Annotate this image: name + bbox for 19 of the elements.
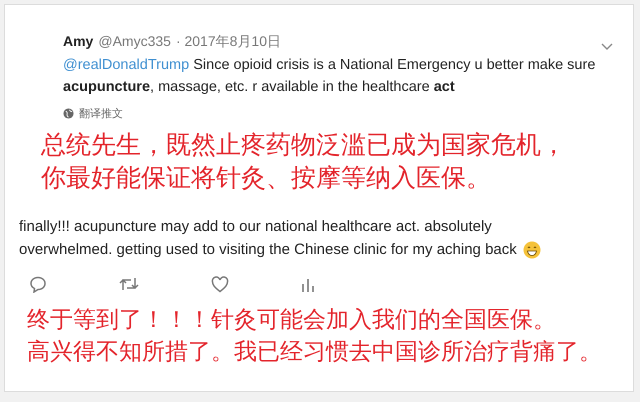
comment-icon[interactable] <box>29 275 47 293</box>
heart-icon[interactable] <box>211 276 229 292</box>
tweet-date: · 2017年8月10日 <box>176 33 281 51</box>
reply-text: overwhelmed. getting used to visiting the Chinese clinic for my aching back <box>19 240 517 260</box>
mention-link[interactable]: @realDonaldTrump <box>63 57 190 73</box>
chevron-down-icon[interactable] <box>601 43 613 51</box>
caption-line: 终于等到了！！！针灸可能会加入我们的全国医保。 <box>27 305 557 334</box>
grinning-emoji-icon <box>522 240 541 258</box>
tweet-text: @realDonaldTrump Since opioid crisis is a National Emergency u better make sure acupuncture, massage, etc. r available in the healthcare act <box>63 56 596 97</box>
caption-line: 你最好能保证将针灸、按摩等纳入医保。 <box>41 163 492 194</box>
globe-icon <box>63 108 74 119</box>
stats-icon[interactable] <box>301 276 315 292</box>
retweet-icon[interactable] <box>119 276 139 292</box>
author-handle[interactable]: @Amyc335 <box>98 33 171 49</box>
caption-line: 高兴得不知所措了。我已经习惯去中国诊所治疗背痛了。 <box>27 337 603 366</box>
caption-line: 总统先生，既然止疼药物泛滥已成为国家危机， <box>41 130 567 161</box>
reply-text: finally!!! acupuncture may add to our national healthcare act. absolutely <box>19 217 492 237</box>
author-name[interactable]: Amy <box>63 33 94 49</box>
translate-link[interactable]: 翻译推文 <box>79 106 123 121</box>
